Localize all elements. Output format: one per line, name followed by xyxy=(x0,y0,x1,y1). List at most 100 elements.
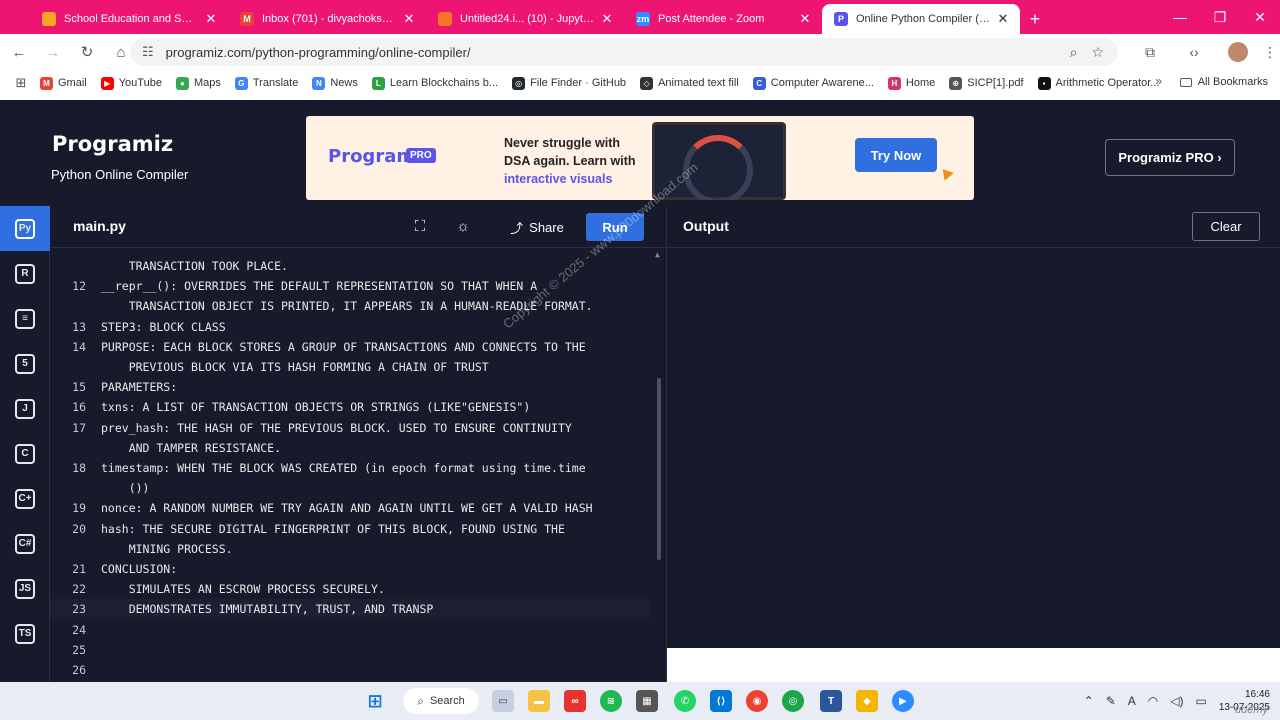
url-input[interactable]: ☷ programiz.com/python-programming/onlin… xyxy=(130,38,1118,66)
file-explorer-icon[interactable]: ▬ xyxy=(528,690,550,712)
bookmark-item[interactable]: ⊕ SICP[1].pdf xyxy=(949,76,1024,90)
language-c-button[interactable]: C xyxy=(0,431,50,476)
language-csharp-button[interactable]: C# xyxy=(0,521,50,566)
tab-close-icon[interactable]: ✕ xyxy=(996,11,1010,27)
code-line: 17 prev_hash: THE HASH OF THE PREVIOUS BL… xyxy=(50,418,650,438)
restore-icon[interactable]: ❐ xyxy=(1200,0,1240,34)
back-icon[interactable]: ← xyxy=(4,37,34,67)
bookmark-favicon-icon: H xyxy=(887,76,901,90)
bookmark-item[interactable]: C Computer Awarene... xyxy=(752,76,874,90)
code-line: 15 PARAMETERS: xyxy=(50,377,650,397)
bookmark-item[interactable]: H Home xyxy=(887,76,936,90)
chrome-icon[interactable]: ◉ xyxy=(746,690,768,712)
profile-avatar[interactable] xyxy=(1228,42,1248,62)
programiz-pro-button[interactable]: Programiz PRO › xyxy=(1105,139,1235,176)
bookmark-item[interactable]: ▶ YouTube xyxy=(100,76,162,90)
share-label: Share xyxy=(529,220,564,235)
wifi-icon[interactable]: ◠ xyxy=(1148,694,1158,708)
store-icon[interactable]: ▦ xyxy=(636,690,658,712)
site-info-icon[interactable]: ☷ xyxy=(142,44,154,60)
language-icon[interactable]: A xyxy=(1128,694,1136,708)
mic-icon[interactable]: ✎ xyxy=(1106,694,1116,708)
clear-button[interactable]: Clear xyxy=(1192,212,1260,241)
language-r-button[interactable]: R xyxy=(0,251,50,296)
tray-chevron-icon[interactable]: ⌃ xyxy=(1084,694,1094,708)
bookmark-item[interactable]: ◎ File Finder · GitHub xyxy=(512,76,626,90)
zoom-icon[interactable]: ⌕ xyxy=(1070,44,1078,61)
creative-cloud-icon[interactable]: ∞ xyxy=(564,690,586,712)
bookmark-item[interactable]: ◇ Animated text fill xyxy=(640,76,739,90)
fullscreen-icon[interactable]: ⛶ xyxy=(411,218,429,236)
code-editor[interactable]: timestamp: AUTO-GENERATED USING time.tim… xyxy=(50,248,665,682)
line-text: __repr__(): OVERRIDES THE DEFAULT REPRES… xyxy=(101,279,538,294)
reload-icon[interactable]: ↻ xyxy=(72,37,102,67)
toolbar-right: ⧉ ‹› ⋮ xyxy=(1128,34,1280,70)
bookmark-item[interactable]: ▪ Arithmetic Operator... xyxy=(1037,76,1159,90)
browser-tab[interactable]: Untitled24.i... (10) - JupyterLab ✕ xyxy=(426,4,624,34)
teams-icon[interactable]: T xyxy=(820,690,842,712)
more-bookmarks-icon[interactable]: » xyxy=(1155,74,1162,88)
bookmark-label: Home xyxy=(905,77,936,89)
language-ts-button[interactable]: TS xyxy=(0,611,50,656)
line-number: 23 xyxy=(72,602,86,617)
line-text: DEMONSTRATES IMMUTABILITY, TRUST, AND TR… xyxy=(101,602,434,617)
language-js-button[interactable]: JS xyxy=(0,566,50,611)
browser-tab[interactable]: zm Post Attendee - Zoom ✕ xyxy=(624,4,822,34)
bookmark-label: News xyxy=(330,77,358,89)
line-number: 21 xyxy=(72,562,86,576)
line-text: AND TAMPER RESISTANCE. xyxy=(101,440,282,455)
shield-icon[interactable]: ◆ xyxy=(856,690,878,712)
devtools-icon[interactable]: ‹› xyxy=(1172,44,1216,60)
extensions-icon[interactable]: ⧉ xyxy=(1128,44,1172,61)
ad-copy: Never struggle with DSA again. Learn wit… xyxy=(504,134,654,188)
browser-menu-icon[interactable]: ⋮ xyxy=(1260,44,1280,61)
zoom-app-icon[interactable]: ▶ xyxy=(892,690,914,712)
language-html-button[interactable]: 5 xyxy=(0,341,50,386)
bookmark-item[interactable]: M Gmail xyxy=(40,76,87,90)
bookmark-item[interactable]: L Learn Blockchains b... xyxy=(371,76,498,90)
minimize-icon[interactable]: — xyxy=(1160,0,1200,34)
try-now-button[interactable]: Try Now xyxy=(855,138,937,172)
battery-icon[interactable]: ▭ xyxy=(1196,694,1207,708)
file-tab-main[interactable]: main.py xyxy=(73,218,126,234)
chrome-alt-icon[interactable]: ◎ xyxy=(782,690,804,712)
bookmark-item[interactable]: ● Maps xyxy=(175,76,221,90)
bookmark-item[interactable]: N News xyxy=(312,76,358,90)
bookmark-item[interactable]: G Translate xyxy=(234,76,298,90)
theme-toggle-icon[interactable]: ☼ xyxy=(454,218,472,236)
language-sql-button[interactable]: ≡ xyxy=(0,296,50,341)
scroll-up-icon[interactable]: ▲ xyxy=(655,250,660,259)
bookmark-label: Gmail xyxy=(58,77,87,89)
programiz-logo[interactable]: Programiz xyxy=(52,132,173,156)
vscode-icon[interactable]: ⟨⟩ xyxy=(710,690,732,712)
language-java-button[interactable]: J xyxy=(0,386,50,431)
url-text: programiz.com/python-programming/online-… xyxy=(165,44,471,60)
forward-icon[interactable]: → xyxy=(38,37,68,67)
tab-close-icon[interactable]: ✕ xyxy=(600,11,614,27)
ad-banner[interactable]: Programiz PRO Never struggle with DSA ag… xyxy=(306,116,974,200)
taskbar-search[interactable]: ⌕ Search xyxy=(403,688,479,714)
volume-icon[interactable]: ◁) xyxy=(1170,694,1183,708)
browser-tab[interactable]: M Inbox (701) - divyachokshi8@g ✕ xyxy=(228,4,426,34)
apps-grid-icon[interactable]: ⊞ xyxy=(6,75,36,91)
editor-scrollbar[interactable] xyxy=(657,378,661,560)
tab-title: School Education and Sport Dep xyxy=(64,13,198,25)
code-line: 25 xyxy=(50,640,650,660)
line-text: PURPOSE: EACH BLOCK STORES A GROUP OF TR… xyxy=(101,339,586,354)
tab-close-icon[interactable]: ✕ xyxy=(402,11,416,27)
share-button[interactable]: ⤴ Share xyxy=(501,214,573,241)
task-view-icon[interactable]: ▭ xyxy=(492,690,514,712)
browser-tab[interactable]: School Education and Sport Dep ✕ xyxy=(30,4,228,34)
whatsapp-icon[interactable]: ✆ xyxy=(674,690,696,712)
close-window-icon[interactable]: ✕ xyxy=(1240,0,1280,34)
bookmark-star-icon[interactable]: ☆ xyxy=(1091,44,1104,61)
language-cpp-button[interactable]: C+ xyxy=(0,476,50,521)
spotify-icon[interactable]: ≋ xyxy=(600,690,622,712)
browser-tab[interactable]: P Online Python Compiler (Interp ✕ xyxy=(822,4,1020,34)
language-python-button[interactable]: Py xyxy=(0,206,50,251)
all-bookmarks-button[interactable]: All Bookmarks xyxy=(1179,76,1268,88)
tab-close-icon[interactable]: ✕ xyxy=(204,11,218,27)
tab-close-icon[interactable]: ✕ xyxy=(798,11,812,27)
windows-start-icon[interactable]: ⊞ xyxy=(364,690,386,712)
new-tab-button[interactable]: + xyxy=(1020,4,1050,34)
